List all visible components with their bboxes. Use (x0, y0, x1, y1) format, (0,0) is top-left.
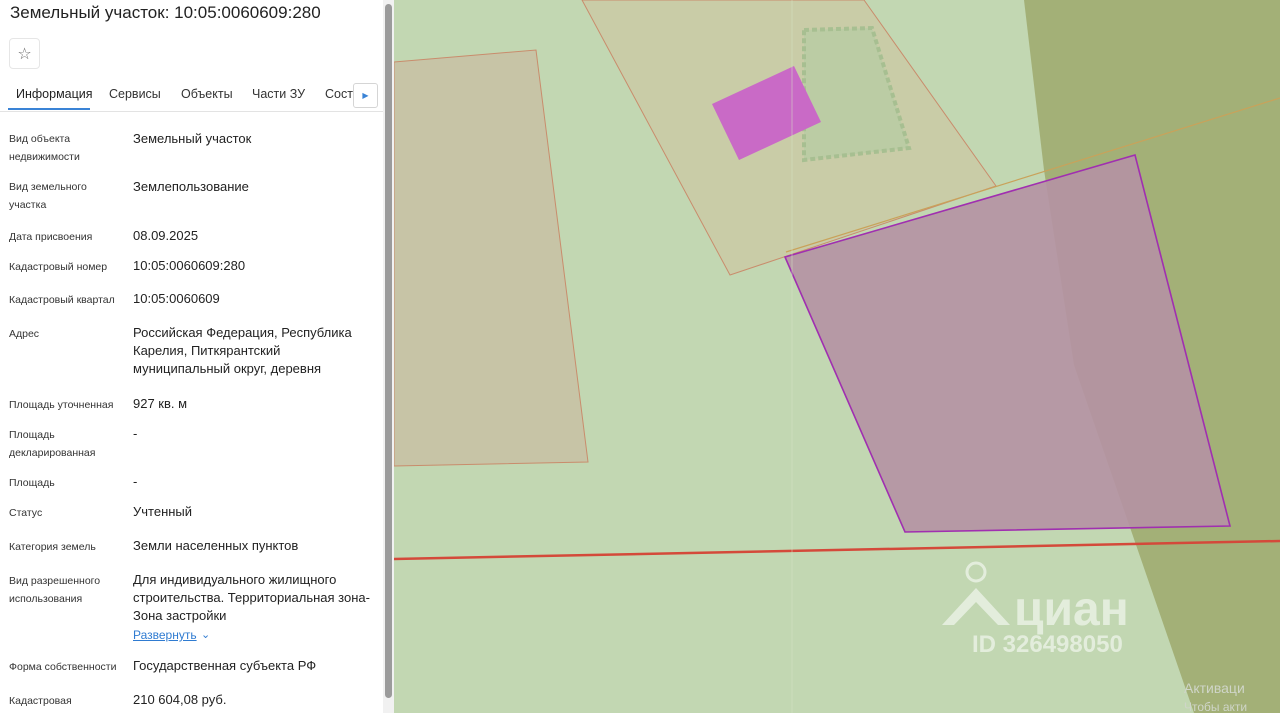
row-value: Землепользование (133, 179, 249, 194)
favorite-button[interactable]: ☆ (9, 38, 40, 69)
row-value: 10:05:0060609 (133, 291, 220, 306)
watermark-brand: циан (1014, 583, 1129, 636)
row-value: 10:05:0060609:280 (133, 258, 246, 273)
row-value: 927 кв. м (133, 396, 188, 411)
watermark-id: ID 326498050 (972, 631, 1123, 658)
row-value: Российская Федерация, Республика Карелия… (133, 325, 352, 376)
row-label: Вид объекта недвижимости (9, 133, 80, 163)
row-label: Вид разрешенного использования (9, 575, 101, 605)
row-value: - (133, 426, 138, 441)
row-value: Для индивидуального жилищного строительс… (133, 572, 370, 623)
star-icon: ☆ (17, 45, 32, 63)
row-label: Дата присвоения (9, 231, 93, 243)
chevron-down-icon[interactable]: ⌄ (201, 628, 210, 641)
tab-bar: Информация Сервисы Объекты Части ЗУ Сост… (0, 80, 383, 112)
tab-parts[interactable]: Части ЗУ (252, 87, 305, 101)
tab-services[interactable]: Сервисы (109, 87, 161, 101)
row-value: Земельный участок (133, 131, 252, 146)
activation-notice: Активаци (1184, 680, 1245, 696)
row-label: Адрес (9, 328, 40, 340)
row-label: Площадь (9, 477, 55, 489)
activation-notice-sub: Чтобы акти (1184, 700, 1247, 713)
tab-information[interactable]: Информация (16, 87, 93, 101)
row-label: Категория земель (9, 541, 96, 553)
row-value: Государственная субъекта РФ (133, 658, 317, 673)
row-label: Статус (9, 507, 43, 519)
row-value: Земли населенных пунктов (133, 538, 299, 553)
panel-scrollbar-thumb[interactable] (385, 4, 392, 698)
row-value: 08.09.2025 (133, 228, 199, 243)
row-value: 210 604,08 руб. (133, 692, 227, 707)
info-panel: Земельный участок: 10:05:0060609:280 ☆ И… (0, 0, 385, 713)
tabs-next-button[interactable]: ▶ (353, 83, 378, 108)
row-label: Площадь декларированная (9, 429, 96, 459)
row-label: Площадь уточненная (9, 399, 114, 411)
row-value: Учтенный (133, 504, 193, 519)
row-label: Кадастровая (9, 695, 72, 707)
active-tab-indicator (8, 108, 90, 110)
page-title: Земельный участок: 10:05:0060609:280 (10, 3, 321, 22)
row-label: Вид земельного участка (9, 181, 87, 211)
row-label: Кадастровый квартал (9, 294, 115, 306)
tab-objects[interactable]: Объекты (181, 87, 233, 101)
row-label: Форма собственности (9, 661, 117, 673)
row-value: - (133, 474, 138, 489)
expand-link[interactable]: Развернуть (133, 628, 197, 642)
row-label: Кадастровый номер (9, 261, 108, 273)
cadastral-map[interactable]: циан ID 326498050 Активаци Чтобы акти (394, 0, 1280, 713)
map-canvas[interactable]: циан ID 326498050 Активаци Чтобы акти (394, 0, 1280, 713)
arrow-right-icon: ▶ (362, 91, 369, 100)
